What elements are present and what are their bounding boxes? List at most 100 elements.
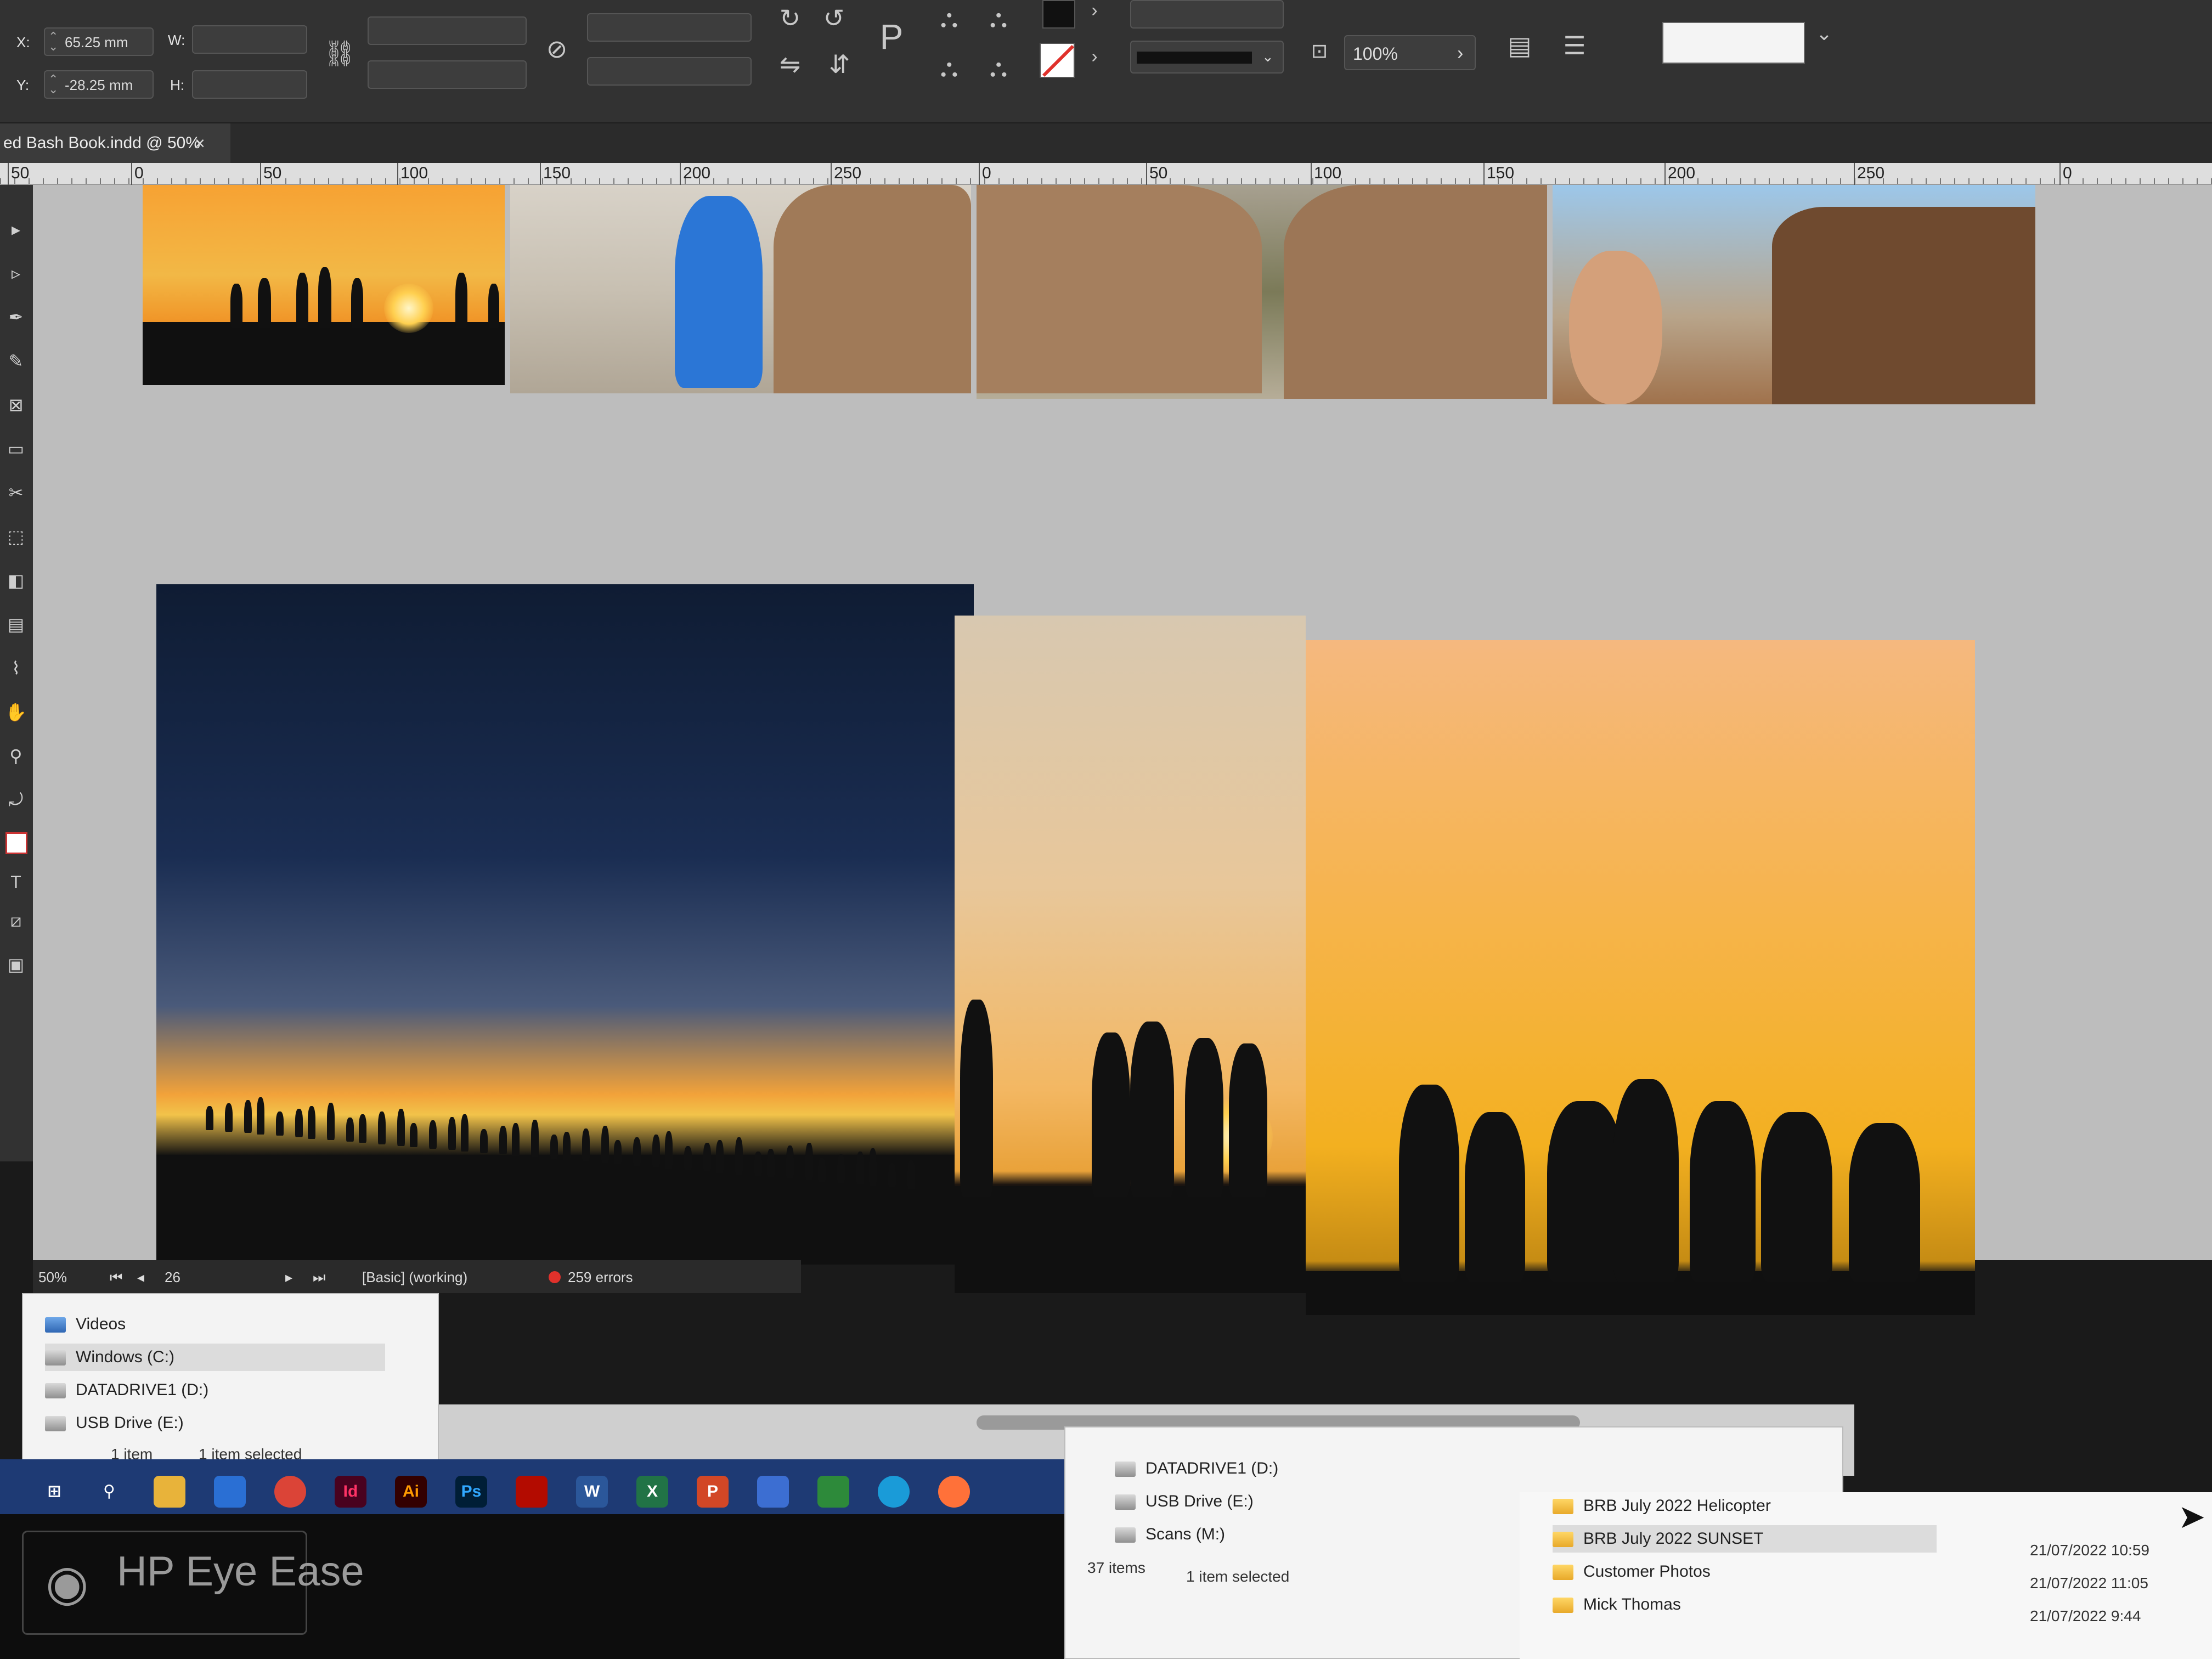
- next-page-icon[interactable]: ▸: [285, 1269, 292, 1286]
- edge-icon[interactable]: [878, 1476, 910, 1508]
- stroke-weight-field[interactable]: [1130, 0, 1284, 29]
- scissors-tool-icon[interactable]: ✂: [4, 481, 27, 504]
- acrobat-icon[interactable]: [516, 1476, 548, 1508]
- object-style-chevron-icon[interactable]: ⌄: [1810, 22, 1838, 45]
- select-content-icon[interactable]: ⛬: [933, 53, 966, 83]
- scale-x-field[interactable]: [368, 16, 527, 45]
- folder-mick-thomas[interactable]: Mick Thomas: [1553, 1591, 1937, 1618]
- flip-horizontal-icon[interactable]: ⇋: [774, 49, 806, 79]
- illustrator-icon[interactable]: Ai: [395, 1476, 427, 1508]
- nav-item-datadrive1[interactable]: DATADRIVE1 (D:): [1115, 1455, 1488, 1482]
- photo-hats-silhouettes[interactable]: [1306, 640, 1975, 1315]
- opacity-field[interactable]: 100% ›: [1344, 35, 1476, 70]
- formatting-affects-text-icon[interactable]: T: [4, 871, 27, 894]
- photo-camel-rider[interactable]: [1553, 185, 2035, 404]
- previous-page-icon[interactable]: ◂: [137, 1269, 144, 1286]
- type-on-path-icon[interactable]: P: [872, 16, 911, 57]
- photo-night-ridge[interactable]: [156, 584, 974, 1265]
- pasteboard[interactable]: [33, 185, 2212, 1315]
- file-explorer-icon[interactable]: [154, 1476, 185, 1508]
- rotate-field[interactable]: [587, 13, 752, 42]
- photoshop-icon[interactable]: Ps: [455, 1476, 487, 1508]
- apply-none-icon[interactable]: ⧄: [4, 909, 27, 932]
- firefox-icon[interactable]: [938, 1476, 970, 1508]
- nav-item-usb-drive[interactable]: USB Drive (E:): [1115, 1488, 1488, 1515]
- fill-swatch[interactable]: [1042, 0, 1075, 29]
- excel-icon[interactable]: X: [636, 1476, 668, 1508]
- fill-chevron-icon[interactable]: ›: [1081, 0, 1108, 21]
- photo-sunset-group[interactable]: [143, 185, 505, 385]
- wrap-around-icon[interactable]: ☰: [1558, 31, 1591, 60]
- eyedropper-tool-icon[interactable]: ⌇: [4, 657, 27, 680]
- folder-brb-sunset[interactable]: BRB July 2022 SUNSET: [1553, 1525, 1937, 1553]
- rotate-ccw-icon[interactable]: ↺: [817, 3, 850, 33]
- h-field[interactable]: [192, 70, 307, 99]
- flip-vertical-icon[interactable]: ⇵: [823, 49, 856, 79]
- page-number[interactable]: 26: [165, 1269, 180, 1286]
- stroke-type-dropdown[interactable]: ⌄: [1130, 41, 1284, 74]
- direct-selection-tool-icon[interactable]: ▹: [4, 262, 27, 285]
- rectangle-frame-tool-icon[interactable]: ⊠: [4, 393, 27, 416]
- rectangle-tool-icon[interactable]: ▭: [4, 437, 27, 460]
- first-page-icon[interactable]: ⏮: [110, 1269, 122, 1286]
- nav-item-datadrive1[interactable]: DATADRIVE1 (D:): [45, 1376, 385, 1404]
- zoom-tool-icon[interactable]: ⚲: [4, 744, 27, 768]
- select-next-icon[interactable]: ⛬: [982, 3, 1015, 34]
- y-spinner[interactable]: ⌃ ⌄: [48, 74, 58, 95]
- indesign-icon[interactable]: Id: [335, 1476, 366, 1508]
- hand-tool-icon[interactable]: ✋: [4, 701, 27, 724]
- nav-item-usb-drive[interactable]: USB Drive (E:): [45, 1409, 385, 1437]
- close-icon[interactable]: ×: [195, 123, 205, 163]
- selection-tool-icon[interactable]: ▸: [4, 218, 27, 241]
- photo-sunburst-group[interactable]: [955, 616, 1306, 1293]
- object-style-field[interactable]: [1662, 22, 1805, 64]
- nav-item-videos[interactable]: Videos: [45, 1311, 385, 1338]
- link-icon[interactable]: ⊘: [543, 34, 571, 64]
- ruler-label: 50: [263, 164, 282, 182]
- last-page-icon[interactable]: ⏭: [313, 1269, 325, 1286]
- word-icon[interactable]: W: [576, 1476, 608, 1508]
- shear-field[interactable]: [587, 57, 752, 86]
- w-field[interactable]: [192, 25, 307, 54]
- text-wrap-icon[interactable]: ▤: [1503, 31, 1536, 60]
- horizontal-ruler[interactable]: 50 0 50 100 150 200 250 0 50 100 150 200 250 0: [0, 163, 2212, 185]
- document-tab[interactable]: ed Bash Book.indd @ 50% ×: [0, 123, 230, 163]
- pencil-tool-icon[interactable]: ✎: [4, 349, 27, 373]
- x-spinner[interactable]: ⌃ ⌄: [48, 31, 58, 53]
- outlook-icon[interactable]: [214, 1476, 246, 1508]
- select-previous-icon[interactable]: ⛬: [982, 53, 1015, 83]
- search-icon[interactable]: ⚲: [93, 1476, 125, 1508]
- date-modified: 21/07/2022 11:05: [2030, 1575, 2148, 1592]
- stroke-none-swatch[interactable]: [1040, 43, 1075, 78]
- nav-item-windows-c[interactable]: Windows (C:): [45, 1344, 385, 1371]
- photo-camel-handler[interactable]: [510, 185, 971, 393]
- gradient-tool-icon[interactable]: ◧: [4, 569, 27, 592]
- preflight-errors[interactable]: 259 errors: [568, 1269, 633, 1286]
- start-icon[interactable]: ⊞: [38, 1476, 70, 1508]
- scale-y-field[interactable]: [368, 60, 527, 89]
- photo-camel-train[interactable]: [977, 185, 1547, 399]
- note-tool-icon[interactable]: ▤: [4, 613, 27, 636]
- select-container-icon[interactable]: ⛬: [933, 3, 966, 34]
- folder-brb-helicopter[interactable]: BRB July 2022 Helicopter: [1553, 1492, 1937, 1520]
- constrain-proportions-icon[interactable]: ⛓: [324, 38, 356, 69]
- notes-app-icon[interactable]: [757, 1476, 789, 1508]
- stroke-chevron-icon[interactable]: ›: [1081, 46, 1108, 67]
- preflight-profile[interactable]: [Basic] (working): [362, 1269, 467, 1286]
- free-transform-tool-icon[interactable]: ⬚: [4, 525, 27, 548]
- hp-eye-ease-badge[interactable]: ◉ HP Eye Ease: [22, 1531, 364, 1635]
- y-field[interactable]: ⌃ ⌄ -28.25 mm: [44, 70, 154, 99]
- fill-stroke-proxy[interactable]: [5, 832, 27, 854]
- pen-tool-icon[interactable]: ✒: [4, 306, 27, 329]
- screen-mode-icon[interactable]: ▣: [4, 953, 27, 976]
- zoom-level[interactable]: 50%: [38, 1269, 67, 1286]
- nav-item-scans[interactable]: Scans (M:): [1115, 1521, 1488, 1548]
- swap-fill-stroke-icon[interactable]: ⤾: [4, 788, 27, 811]
- chrome-icon[interactable]: [274, 1476, 306, 1508]
- store-icon[interactable]: [817, 1476, 849, 1508]
- x-field[interactable]: ⌃ ⌄ 65.25 mm: [44, 27, 154, 56]
- folder-customer-photos[interactable]: Customer Photos: [1553, 1558, 1937, 1585]
- person-silhouette: [888, 1163, 896, 1187]
- powerpoint-icon[interactable]: P: [697, 1476, 729, 1508]
- rotate-cw-icon[interactable]: ↻: [774, 3, 806, 33]
